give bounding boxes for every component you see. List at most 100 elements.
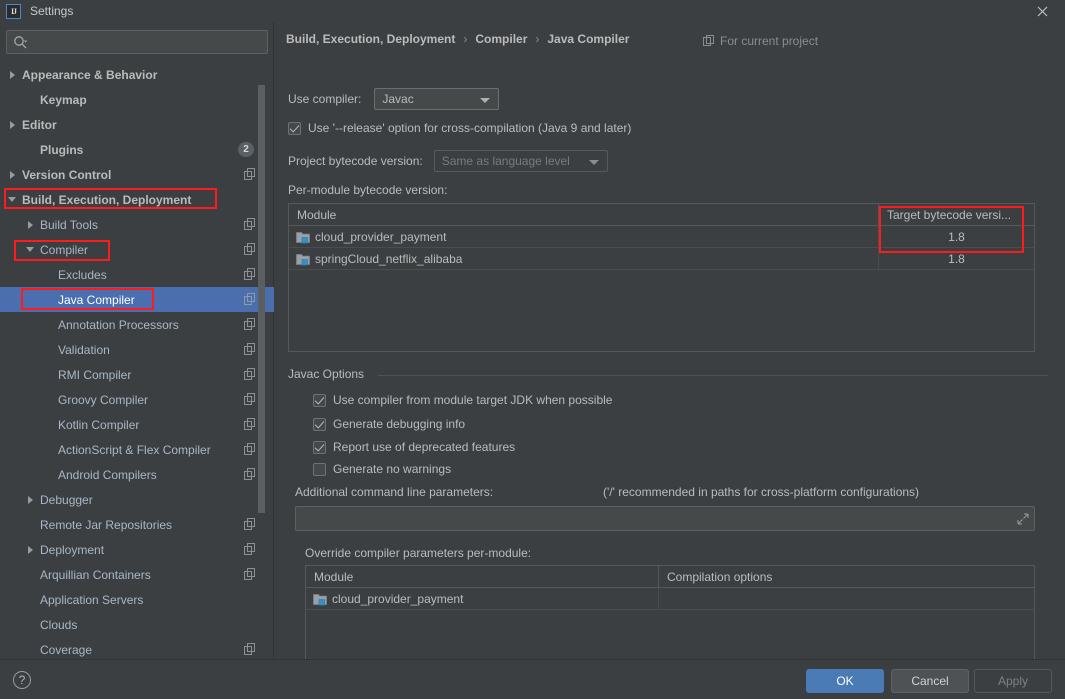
breadcrumb-item-1[interactable]: Compiler xyxy=(475,32,527,46)
sidebar-item-annotation-processors[interactable]: Annotation Processors xyxy=(0,312,274,337)
sidebar-item-kotlin-compiler[interactable]: Kotlin Compiler xyxy=(0,412,274,437)
cell-compilation-options[interactable] xyxy=(658,587,1034,610)
chevron-right-icon[interactable] xyxy=(24,495,36,504)
table-row[interactable]: cloud_provider_payment 1.8 xyxy=(289,225,1034,248)
for-current-project-label: For current project xyxy=(703,34,818,48)
sidebar-item-label: Android Compilers xyxy=(58,467,157,482)
sidebar-item-remote-jar-repositories[interactable]: Remote Jar Repositories xyxy=(0,512,274,537)
javac-option-checkbox[interactable]: Use compiler from module target JDK when… xyxy=(313,393,612,407)
per-module-bytecode-label: Per-module bytecode version: xyxy=(288,183,448,197)
dialog-footer: ? OK Cancel Apply xyxy=(0,659,1065,699)
column-header-target-bytecode[interactable]: Target bytecode versi... xyxy=(878,203,1034,226)
sidebar-scrollbar-track[interactable] xyxy=(258,62,269,659)
module-icon xyxy=(296,252,310,266)
chevron-right-icon[interactable] xyxy=(24,545,36,554)
apply-button[interactable]: Apply xyxy=(974,669,1052,693)
sidebar-item-label: Deployment xyxy=(40,542,105,557)
cancel-button[interactable]: Cancel xyxy=(891,669,969,693)
sidebar-item-groovy-compiler[interactable]: Groovy Compiler xyxy=(0,387,274,412)
help-button[interactable]: ? xyxy=(13,671,31,689)
chevron-right-icon[interactable] xyxy=(24,220,36,229)
table-header-row: Module Compilation options xyxy=(306,565,1034,588)
javac-option-checkbox[interactable]: Report use of deprecated features xyxy=(313,440,515,454)
chevron-down-icon xyxy=(480,98,491,103)
sidebar-item-label: Validation xyxy=(58,342,110,357)
additional-params-label: Additional command line parameters: xyxy=(295,485,494,499)
chevron-down-icon[interactable] xyxy=(6,197,18,202)
sidebar-item-application-servers[interactable]: Application Servers xyxy=(0,587,274,612)
sidebar-item-appearance-behavior[interactable]: Appearance & Behavior xyxy=(0,62,274,87)
chevron-down-icon xyxy=(588,160,599,165)
search-input[interactable] xyxy=(33,31,263,53)
search-box[interactable] xyxy=(6,30,268,54)
breadcrumb-separator-icon: › xyxy=(463,32,468,46)
sidebar-item-validation[interactable]: Validation xyxy=(0,337,274,362)
sidebar-item-label: Arquillian Containers xyxy=(40,567,151,582)
sidebar-item-java-compiler[interactable]: Java Compiler xyxy=(0,287,274,312)
use-compiler-dropdown[interactable]: Javac xyxy=(374,88,500,110)
sidebar-item-label: Build, Execution, Deployment xyxy=(22,192,192,207)
sidebar-item-label: Compiler xyxy=(40,242,89,257)
ok-button[interactable]: OK xyxy=(806,669,884,693)
sidebar-item-label: Application Servers xyxy=(40,592,144,607)
sidebar-item-plugins[interactable]: Plugins 2 xyxy=(0,137,274,162)
chevron-down-icon[interactable] xyxy=(24,247,36,252)
column-header-module[interactable]: Module xyxy=(289,204,878,226)
sidebar-item-compiler[interactable]: Compiler xyxy=(0,237,274,262)
project-bytecode-row: Project bytecode version: Same as langua… xyxy=(288,150,608,172)
sidebar-item-coverage[interactable]: Coverage xyxy=(0,637,274,659)
javac-options-title: Javac Options xyxy=(288,367,371,381)
table-row[interactable]: cloud_provider_payment xyxy=(306,587,1034,610)
sidebar-scrollbar-thumb[interactable] xyxy=(258,85,265,513)
chevron-right-icon[interactable] xyxy=(6,120,18,129)
breadcrumb-item-0[interactable]: Build, Execution, Deployment xyxy=(286,32,455,46)
sidebar-item-clouds[interactable]: Clouds xyxy=(0,612,274,637)
use-release-option-checkbox[interactable]: Use '--release' option for cross-compila… xyxy=(288,121,631,135)
javac-option-checkbox[interactable]: Generate debugging info xyxy=(313,417,465,431)
cell-target-bytecode[interactable]: 1.8 xyxy=(878,247,1034,270)
checkbox-icon[interactable] xyxy=(288,121,301,135)
sidebar-item-label: Clouds xyxy=(40,617,78,632)
chevron-right-icon[interactable] xyxy=(6,70,18,79)
use-compiler-label: Use compiler: xyxy=(288,92,362,106)
breadcrumb: Build, Execution, Deployment › Compiler … xyxy=(286,32,629,46)
javac-option-label: Use compiler from module target JDK when… xyxy=(333,393,613,407)
sidebar-item-label: Debugger xyxy=(40,492,93,507)
column-header-module[interactable]: Module xyxy=(306,566,658,588)
group-divider xyxy=(378,375,1048,376)
sidebar-item-label: ActionScript & Flex Compiler xyxy=(58,442,211,457)
sidebar-item-keymap[interactable]: Keymap xyxy=(0,87,274,112)
close-icon[interactable] xyxy=(1033,2,1051,20)
expand-icon[interactable] xyxy=(1017,513,1029,525)
javac-option-checkbox[interactable]: Generate no warnings xyxy=(313,462,451,476)
sidebar-item-build-tools[interactable]: Build Tools xyxy=(0,212,274,237)
sidebar-item-actionscript-flex-compiler[interactable]: ActionScript & Flex Compiler xyxy=(0,437,274,462)
sidebar-item-build-execution-deployment[interactable]: Build, Execution, Deployment xyxy=(0,187,274,212)
project-bytecode-label: Project bytecode version: xyxy=(288,154,423,168)
chevron-right-icon[interactable] xyxy=(6,170,18,179)
window-title: Settings xyxy=(30,4,74,18)
cell-target-bytecode[interactable]: 1.8 xyxy=(878,225,1034,248)
cell-module[interactable]: cloud_provider_payment xyxy=(289,226,878,248)
sidebar-item-excludes[interactable]: Excludes xyxy=(0,262,274,287)
checkbox-icon[interactable] xyxy=(313,462,326,476)
cell-module[interactable]: springCloud_netflix_alibaba xyxy=(289,248,878,270)
table-row[interactable]: springCloud_netflix_alibaba 1.8 xyxy=(289,247,1034,270)
project-scope-icon xyxy=(244,468,256,480)
project-scope-icon xyxy=(244,268,256,280)
column-header-compilation-options[interactable]: Compilation options xyxy=(658,565,1034,588)
checkbox-icon[interactable] xyxy=(313,417,326,431)
sidebar-item-editor[interactable]: Editor xyxy=(0,112,274,137)
sidebar-item-rmi-compiler[interactable]: RMI Compiler xyxy=(0,362,274,387)
sidebar-item-android-compilers[interactable]: Android Compilers xyxy=(0,462,274,487)
project-bytecode-dropdown[interactable]: Same as language level xyxy=(433,150,608,172)
sidebar-item-version-control[interactable]: Version Control xyxy=(0,162,274,187)
additional-params-input[interactable] xyxy=(295,506,1035,531)
sidebar-item-arquillian-containers[interactable]: Arquillian Containers xyxy=(0,562,274,587)
checkbox-icon[interactable] xyxy=(313,440,326,454)
checkbox-icon[interactable] xyxy=(313,393,326,407)
sidebar-item-debugger[interactable]: Debugger xyxy=(0,487,274,512)
cell-module[interactable]: cloud_provider_payment xyxy=(306,588,658,610)
project-scope-icon xyxy=(244,443,256,455)
sidebar-item-deployment[interactable]: Deployment xyxy=(0,537,274,562)
